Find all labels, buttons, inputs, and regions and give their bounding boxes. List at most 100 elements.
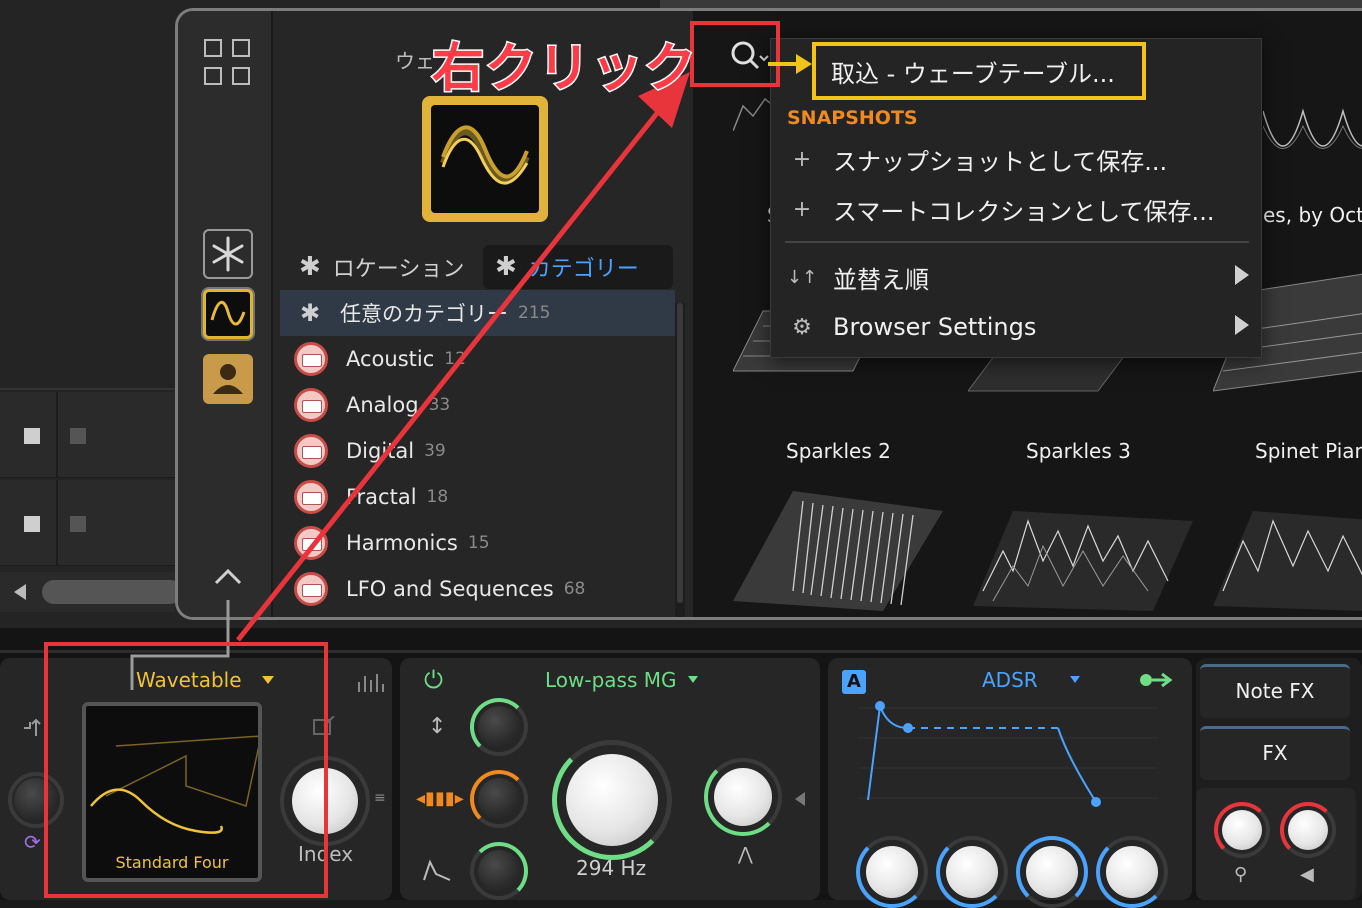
submenu-arrow-icon <box>1235 315 1249 335</box>
fx-button[interactable]: FX <box>1200 726 1350 780</box>
peak-icon: ⋀ <box>738 844 753 865</box>
note-fx-button[interactable]: Note FX <box>1200 664 1350 718</box>
preset-name[interactable]: Spinet Pian <box>1255 439 1362 463</box>
keytrack-knob[interactable] <box>478 778 520 820</box>
preset-thumbnail[interactable] <box>1213 491 1362 611</box>
route-icon[interactable] <box>1138 670 1174 690</box>
user-content-button[interactable] <box>203 354 253 404</box>
wavetable-category-icon <box>294 388 328 422</box>
plus-icon: + <box>792 146 812 172</box>
updown-icon[interactable]: ↕ <box>428 714 446 739</box>
user-icon <box>213 364 243 394</box>
scroll-left-icon[interactable] <box>14 584 26 600</box>
keyboard-icon[interactable]: ◂▮▮▮▸ <box>416 788 464 809</box>
clip-slot[interactable] <box>70 516 86 532</box>
grid-icon[interactable] <box>204 39 252 87</box>
list-item[interactable]: Digital 39 <box>280 428 675 474</box>
filter-panel: ⏻ Low-pass MG ↕ ◂▮▮▮▸ 294 Hz ⋀ <box>400 658 820 900</box>
list-item[interactable]: Harmonics 15 <box>280 520 675 566</box>
list-item[interactable]: LFO and Sequences 68 <box>280 566 675 612</box>
envelope-type[interactable]: ADSR <box>982 668 1038 692</box>
asterisk-icon <box>212 236 244 272</box>
clip-slot[interactable] <box>24 428 40 444</box>
wavetable-category-icon <box>294 572 328 606</box>
clip-slot[interactable] <box>24 516 40 532</box>
power-icon[interactable]: ⏻ <box>424 666 443 694</box>
all-content-button[interactable] <box>203 229 253 279</box>
track-row[interactable] <box>0 392 175 478</box>
speaker-icon: ◀ <box>1300 864 1314 885</box>
asterisk-icon: ✱ <box>299 252 321 282</box>
release-knob[interactable] <box>1106 846 1158 898</box>
section-header: SNAPSHOTS <box>787 107 918 129</box>
list-item[interactable]: ✱ 任意のカテゴリー 215 <box>280 290 675 336</box>
wavetable-category-icon <box>294 526 328 560</box>
dropdown-icon[interactable] <box>688 676 698 683</box>
plus-icon: + <box>792 196 812 222</box>
sort-icon: ↓↑ <box>786 266 818 288</box>
cutoff-knob[interactable] <box>566 754 658 846</box>
pitch-icon <box>24 718 41 736</box>
output-section: ⚲ ◀ <box>1196 788 1356 900</box>
volume-knob[interactable] <box>1288 810 1328 850</box>
annotation-highlight-device <box>44 642 328 898</box>
browser-header-title: ウェ <box>395 49 435 73</box>
envelope-panel: A ADSR <box>828 658 1192 908</box>
submenu-arrow-icon <box>1235 265 1249 285</box>
sustain-knob[interactable] <box>1026 846 1078 898</box>
clip-slot[interactable] <box>70 428 86 444</box>
menu-divider <box>785 241 1249 243</box>
asterisk-icon: ✱ <box>495 252 517 282</box>
pan-knob[interactable] <box>1222 810 1262 850</box>
menu-icon[interactable]: ≡ <box>374 790 386 806</box>
list-item[interactable]: Acoustic 12 <box>280 336 675 382</box>
sync-icon[interactable]: ⟳ <box>24 830 41 854</box>
wavetable-category-icon <box>294 434 328 468</box>
wavetable-device-icon <box>422 96 548 222</box>
attack-knob[interactable] <box>866 846 918 898</box>
wavetable-category-icon <box>294 480 328 514</box>
list-item[interactable]: Fractal 18 <box>280 474 675 520</box>
preset-name[interactable]: Sparkles 3 <box>1026 439 1131 463</box>
tab-category[interactable]: ✱ カテゴリー <box>483 245 673 289</box>
preset-name[interactable]: es, by Octa <box>1263 203 1362 227</box>
filter-mod-knob[interactable] <box>478 706 520 748</box>
tab-location[interactable]: ✱ ロケーション <box>299 245 479 289</box>
list-item[interactable]: Analog 33 <box>280 382 675 428</box>
preset-thumbnail[interactable] <box>1263 91 1362 191</box>
wave-icon <box>431 105 539 213</box>
annotation-label: 右クリック <box>430 38 698 101</box>
browser-sidebar <box>178 11 273 617</box>
fx-panel: Note FX FX ⚲ ◀ <box>1196 658 1362 900</box>
spectrum-icon[interactable] <box>356 672 386 692</box>
chevron-up-icon[interactable] <box>212 563 244 587</box>
menu-item-save-snapshot[interactable]: + スナップショットとして保存... <box>771 137 1261 181</box>
arrow-left-icon <box>795 792 805 806</box>
menu-item-save-smart-collection[interactable]: + スマートコレクションとして保存... <box>771 187 1261 231</box>
preset-thumbnail[interactable] <box>973 491 1193 611</box>
cutoff-value: 294 Hz <box>576 856 647 880</box>
decay-knob[interactable] <box>946 846 998 898</box>
adsr-graph[interactable] <box>858 698 1168 808</box>
annotation-highlight-search <box>690 21 780 87</box>
asterisk-icon: ✱ <box>299 299 321 327</box>
category-scrollbar[interactable] <box>675 303 685 617</box>
dropdown-icon[interactable] <box>1070 676 1080 683</box>
gear-icon: ⚙ <box>792 314 812 340</box>
pin-icon: ⚲ <box>1234 864 1248 885</box>
track-row[interactable] <box>0 480 175 566</box>
preset-name[interactable]: Sparkles 2 <box>786 439 891 463</box>
resonance-mod-knob[interactable] <box>478 850 520 892</box>
menu-item-browser-settings[interactable]: ⚙ Browser Settings <box>771 305 1261 349</box>
annotation-highlight-import <box>812 42 1146 100</box>
resonance-knob[interactable] <box>714 768 772 826</box>
env-badge[interactable]: A <box>842 670 866 694</box>
wave-icon <box>210 301 246 326</box>
envelope-shape-icon <box>423 859 451 881</box>
wavetable-category-icon <box>294 342 328 376</box>
filter-type[interactable]: Low-pass MG <box>545 668 677 692</box>
menu-item-sort-order[interactable]: ↓↑ 並替え順 <box>771 255 1261 299</box>
category-list: ✱ 任意のカテゴリー 215 Acoustic 12 Analog 33 Dig… <box>280 290 675 612</box>
wavetable-content-button[interactable] <box>203 289 253 339</box>
preset-thumbnail[interactable] <box>733 481 943 611</box>
